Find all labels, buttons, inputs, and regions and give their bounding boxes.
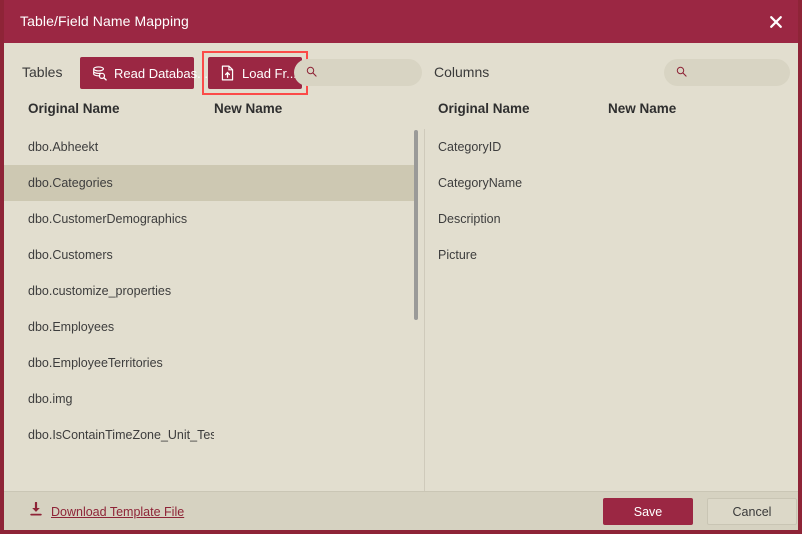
columns-search-box[interactable]: [664, 59, 790, 86]
tables-toolbar: Tables Read Databas... Load Fr...: [22, 51, 422, 95]
tables-column-header-original: Original Name: [28, 101, 120, 116]
scrollbar-thumb[interactable]: [414, 130, 418, 320]
columns-column-header-new: New Name: [608, 101, 677, 116]
table-row[interactable]: dbo.EmployeeTerritories: [4, 345, 418, 381]
cancel-button[interactable]: Cancel: [707, 498, 797, 525]
columns-column-header-original: Original Name: [438, 101, 530, 116]
tables-panel-label: Tables: [22, 64, 63, 80]
columns-toolbar: Columns: [434, 57, 790, 89]
tables-column-header-new: New Name: [214, 101, 283, 116]
read-database-button-label: Read Databas...: [114, 65, 208, 81]
dialog-body: Tables Read Databas... Load Fr... Column…: [4, 43, 798, 501]
table-row[interactable]: dbo.Customers: [4, 237, 418, 273]
load-from-button-label: Load Fr...: [242, 65, 297, 81]
tables-list[interactable]: dbo.Abheekt dbo.Categories dbo.CustomerDem…: [4, 129, 418, 491]
table-row[interactable]: dbo.IsContainTimeZone_Unit_Test: [4, 417, 418, 453]
table-row[interactable]: dbo.CustomerDemographics: [4, 201, 418, 237]
dialog-footer: Download Template File Save Cancel: [4, 491, 798, 530]
column-row-original-name: CategoryID: [438, 140, 502, 154]
table-row[interactable]: dbo.Abheekt: [4, 129, 418, 165]
table-row-original-name: dbo.Abheekt: [28, 140, 99, 154]
table-row-original-name: dbo.EmployeeTerritories: [28, 356, 163, 370]
database-search-icon: [92, 65, 107, 81]
table-row-original-name: dbo.IsContainTimeZone_Unit_Test: [28, 428, 214, 442]
dialog-titlebar: Table/Field Name Mapping: [4, 0, 798, 43]
table-row[interactable]: dbo.img: [4, 381, 418, 417]
tables-search-input[interactable]: [323, 65, 415, 80]
save-button[interactable]: Save: [603, 498, 693, 525]
dialog-title: Table/Field Name Mapping: [20, 13, 189, 29]
table-row[interactable]: Description: [426, 201, 798, 237]
table-row[interactable]: dbo.customize_properties: [4, 273, 418, 309]
table-row[interactable]: Picture: [426, 237, 798, 273]
read-database-button[interactable]: Read Databas...: [80, 57, 208, 89]
table-row-original-name: dbo.CustomerDemographics: [28, 212, 188, 226]
table-row[interactable]: dbo.Employees: [4, 309, 418, 345]
search-icon: [676, 64, 687, 82]
close-icon[interactable]: [764, 10, 788, 34]
file-upload-icon: [220, 65, 235, 81]
table-row-original-name: dbo.Employees: [28, 320, 115, 334]
table-row-original-name: dbo.customize_properties: [28, 284, 172, 298]
table-row[interactable]: CategoryID: [426, 129, 798, 165]
table-row-original-name: dbo.Categories: [28, 176, 113, 190]
download-template-file-link[interactable]: Download Template File: [30, 501, 185, 521]
columns-panel-label: Columns: [434, 64, 490, 80]
table-row-original-name: dbo.img: [28, 392, 73, 406]
table-row-original-name: dbo.Customers: [28, 248, 113, 262]
tables-search-box[interactable]: [294, 59, 422, 86]
column-row-original-name: Description: [438, 212, 501, 226]
tables-list-scrollbar[interactable]: [413, 130, 419, 492]
column-row-original-name: Picture: [438, 248, 477, 262]
columns-list[interactable]: CategoryID CategoryName Description Picture: [426, 129, 798, 491]
columns-search-input[interactable]: [693, 65, 785, 80]
panel-divider: [424, 129, 425, 501]
load-from-button[interactable]: Load Fr...: [208, 57, 302, 89]
table-field-name-mapping-dialog: Table/Field Name Mapping Tables Read Dat…: [0, 0, 802, 534]
table-row[interactable]: dbo.Categories: [4, 165, 418, 201]
download-arrow-icon: [30, 501, 42, 521]
search-icon: [306, 64, 317, 82]
column-row-original-name: CategoryName: [438, 176, 523, 190]
download-template-file-label: Download Template File: [51, 504, 185, 519]
table-row[interactable]: CategoryName: [426, 165, 798, 201]
